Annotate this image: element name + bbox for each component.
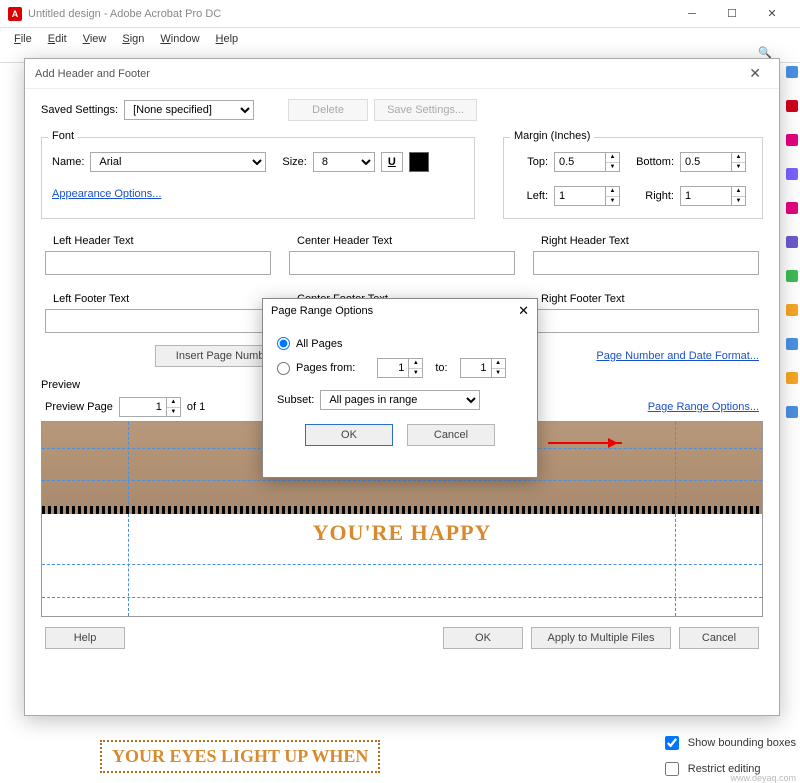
- spinner[interactable]: ▲▼: [492, 358, 506, 378]
- tool-icon[interactable]: [786, 134, 798, 146]
- left-header-input[interactable]: [45, 251, 271, 275]
- font-size-label: Size:: [282, 156, 306, 168]
- font-name-select[interactable]: Arial: [90, 152, 266, 172]
- preview-page-input[interactable]: [119, 397, 167, 417]
- page-range-ok-button[interactable]: OK: [305, 424, 393, 446]
- left-footer-label: Left Footer Text: [45, 293, 271, 305]
- cancel-button[interactable]: Cancel: [679, 627, 759, 649]
- margin-bottom-input[interactable]: [680, 152, 732, 172]
- margin-left-input[interactable]: [554, 186, 606, 206]
- window-title: Untitled design - Adobe Acrobat Pro DC: [28, 8, 221, 20]
- left-footer-input[interactable]: [45, 309, 271, 333]
- margin-top-input[interactable]: [554, 152, 606, 172]
- tool-icon[interactable]: [786, 406, 798, 418]
- tool-icon[interactable]: [786, 168, 798, 180]
- page-range-title: Page Range Options: [271, 305, 373, 317]
- preview-of-label: of 1: [187, 401, 205, 413]
- preview-page-label: Preview Page: [45, 401, 113, 413]
- menu-view[interactable]: View: [75, 31, 115, 47]
- menu-file[interactable]: File: [6, 31, 40, 47]
- center-header-label: Center Header Text: [289, 235, 515, 247]
- font-legend: Font: [48, 130, 78, 142]
- menu-window[interactable]: Window: [152, 31, 207, 47]
- page-range-cancel-button[interactable]: Cancel: [407, 424, 495, 446]
- margin-left-label: Left:: [514, 190, 548, 202]
- pages-to-input[interactable]: [460, 358, 492, 378]
- font-color-button[interactable]: [409, 152, 429, 172]
- spinner[interactable]: ▲▼: [167, 397, 181, 417]
- all-pages-label: All Pages: [296, 338, 342, 350]
- subset-select[interactable]: All pages in range: [320, 390, 480, 410]
- tool-icon[interactable]: [786, 100, 798, 112]
- close-window-button[interactable]: ✕: [752, 0, 792, 28]
- right-tool-panel: [784, 62, 800, 662]
- preview-content-text: YOU'RE HAPPY: [313, 520, 492, 546]
- spinner[interactable]: ▲▼: [732, 186, 746, 206]
- right-header-label: Right Header Text: [533, 235, 759, 247]
- right-header-input[interactable]: [533, 251, 759, 275]
- pages-to-label: to:: [435, 362, 447, 374]
- titlebar: A Untitled design - Adobe Acrobat Pro DC…: [0, 0, 800, 28]
- maximize-button[interactable]: ☐: [712, 0, 752, 28]
- acrobat-logo-icon: A: [8, 7, 22, 21]
- subset-label: Subset:: [277, 394, 314, 406]
- margin-legend: Margin (Inches): [510, 130, 594, 142]
- spinner[interactable]: ▲▼: [732, 152, 746, 172]
- pages-from-input[interactable]: [377, 358, 409, 378]
- ok-button[interactable]: OK: [443, 627, 523, 649]
- tool-icon[interactable]: [786, 236, 798, 248]
- page-number-format-link[interactable]: Page Number and Date Format...: [596, 350, 759, 362]
- saved-settings-select[interactable]: [None specified]: [124, 100, 254, 120]
- close-dialog-button[interactable]: ✕: [741, 61, 769, 86]
- spinner[interactable]: ▲▼: [409, 358, 423, 378]
- help-button[interactable]: Help: [45, 627, 125, 649]
- menubar: File Edit View Sign Window Help: [0, 28, 800, 49]
- appearance-options-link[interactable]: Appearance Options...: [52, 188, 161, 200]
- save-settings-button: Save Settings...: [374, 99, 477, 121]
- spinner[interactable]: ▲▼: [606, 152, 620, 172]
- menu-edit[interactable]: Edit: [40, 31, 75, 47]
- margin-bottom-label: Bottom:: [626, 156, 674, 168]
- tool-icon[interactable]: [786, 338, 798, 350]
- tool-icon[interactable]: [786, 66, 798, 78]
- dialog-title: Add Header and Footer: [35, 68, 150, 80]
- background-text: YOUR EYES LIGHT UP WHEN: [100, 740, 380, 773]
- menu-help[interactable]: Help: [208, 31, 247, 47]
- show-bounding-checkbox[interactable]: Show bounding boxes: [661, 733, 796, 753]
- right-footer-label: Right Footer Text: [533, 293, 759, 305]
- menu-sign[interactable]: Sign: [114, 31, 152, 47]
- underline-button[interactable]: U: [381, 152, 403, 172]
- center-header-input[interactable]: [289, 251, 515, 275]
- close-page-range-button[interactable]: ✕: [518, 303, 529, 319]
- page-range-dialog: Page Range Options ✕ All Pages Pages fro…: [262, 298, 538, 478]
- saved-settings-label: Saved Settings:: [41, 104, 118, 116]
- annotation-arrow-icon: [548, 442, 622, 444]
- apply-multiple-button[interactable]: Apply to Multiple Files: [531, 627, 671, 649]
- pages-from-radio[interactable]: [277, 362, 290, 375]
- tool-icon[interactable]: [786, 304, 798, 316]
- margin-right-label: Right:: [626, 190, 674, 202]
- tool-icon[interactable]: [786, 270, 798, 282]
- margin-right-input[interactable]: [680, 186, 732, 206]
- right-footer-input[interactable]: [533, 309, 759, 333]
- tool-icon[interactable]: [786, 372, 798, 384]
- font-size-select[interactable]: 8: [313, 152, 375, 172]
- tool-icon[interactable]: [786, 202, 798, 214]
- all-pages-radio[interactable]: [277, 337, 290, 350]
- watermark: www.deyaq.com: [730, 773, 796, 783]
- minimize-button[interactable]: ─: [672, 0, 712, 28]
- pages-from-label: Pages from:: [296, 362, 355, 374]
- font-name-label: Name:: [52, 156, 84, 168]
- left-header-label: Left Header Text: [45, 235, 271, 247]
- delete-button: Delete: [288, 99, 368, 121]
- spinner[interactable]: ▲▼: [606, 186, 620, 206]
- page-range-options-link[interactable]: Page Range Options...: [648, 401, 759, 413]
- margin-top-label: Top:: [514, 156, 548, 168]
